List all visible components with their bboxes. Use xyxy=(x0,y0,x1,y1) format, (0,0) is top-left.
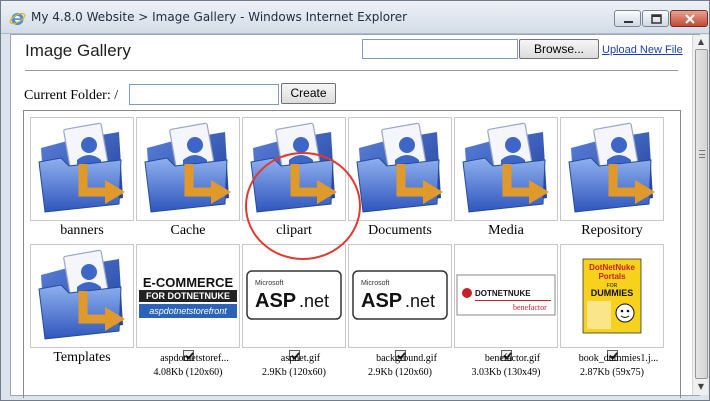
scrollbar-thumb[interactable] xyxy=(695,49,708,379)
gallery-grid: banners Cache clipart Documents Media Re… xyxy=(23,110,681,398)
file-meta: 2.9Kb (120x60) xyxy=(368,367,432,378)
folder-label[interactable]: Repository xyxy=(554,223,670,239)
create-folder-button[interactable]: Create xyxy=(281,83,336,104)
svg-text:Microsoft: Microsoft xyxy=(255,280,283,287)
folder-arrow-icon xyxy=(243,118,345,220)
browse-button[interactable]: Browse... xyxy=(519,39,599,59)
divider xyxy=(25,70,678,71)
folder-thumbnail[interactable] xyxy=(242,117,346,221)
svg-text:DotNetNuke: DotNetNuke xyxy=(589,263,635,272)
folder-thumbnail[interactable] xyxy=(30,244,134,348)
file-meta: 3.03Kb (130x49) xyxy=(471,367,541,378)
current-folder-label: Current Folder: / xyxy=(24,88,119,103)
folder-arrow-icon xyxy=(561,118,663,220)
folder-arrow-icon xyxy=(455,118,557,220)
maximize-button[interactable] xyxy=(642,10,669,27)
svg-text:DOTNETNUKE: DOTNETNUKE xyxy=(475,289,531,298)
file-name[interactable]: aspdotnetstoref... xyxy=(160,353,229,364)
page-content: Image Gallery Browse... Upload New File … xyxy=(10,34,708,398)
folder-label[interactable]: clipart xyxy=(236,223,352,239)
svg-text:ASP: ASP xyxy=(361,290,402,312)
file-name[interactable]: aspnet.gif xyxy=(281,353,320,364)
minimize-icon xyxy=(624,21,633,23)
folder-label[interactable]: banners xyxy=(24,223,140,239)
aspnet-logo-image: Microsoft ASP .net xyxy=(352,270,448,320)
folder-thumbnail[interactable] xyxy=(30,117,134,221)
folder-thumbnail[interactable] xyxy=(560,117,664,221)
svg-text:Microsoft: Microsoft xyxy=(361,280,389,287)
svg-text:FOR DOTNETNUKE: FOR DOTNETNUKE xyxy=(146,291,230,301)
file-thumbnail[interactable]: DOTNETNUKE benefactor xyxy=(454,244,558,348)
upload-new-file-link[interactable]: Upload New File xyxy=(602,44,683,56)
dotnetnuke-benefactor-image: DOTNETNUKE benefactor xyxy=(456,274,556,316)
close-button[interactable] xyxy=(670,10,708,27)
folder-label[interactable]: Media xyxy=(448,223,564,239)
file-thumbnail[interactable]: Microsoft ASP .net xyxy=(348,244,452,348)
svg-text:aspdotnetstorefront: aspdotnetstorefront xyxy=(149,306,227,316)
ecommerce-logo-image: E-COMMERCE FOR DOTNETNUKE aspdotnetstore… xyxy=(139,271,237,319)
title-bar: My 4.8.0 Website > Image Gallery - Windo… xyxy=(1,1,709,34)
scroll-up-icon[interactable]: ▲ xyxy=(695,36,707,48)
file-name[interactable]: book_dummies1.j... xyxy=(579,353,658,364)
file-name[interactable]: benefactor.gif xyxy=(485,353,540,364)
folder-thumbnail[interactable] xyxy=(454,117,558,221)
folder-label[interactable]: Templates xyxy=(24,350,140,366)
browser-window: My 4.8.0 Website > Image Gallery - Windo… xyxy=(0,0,710,401)
scroll-down-icon[interactable]: ▼ xyxy=(695,381,707,393)
upload-file-input[interactable] xyxy=(362,39,518,59)
folder-arrow-icon xyxy=(137,118,239,220)
svg-text:benefactor: benefactor xyxy=(513,303,547,312)
page-title: Image Gallery xyxy=(25,41,131,60)
svg-text:.net: .net xyxy=(405,291,435,311)
maximize-icon xyxy=(651,14,662,24)
folder-arrow-icon xyxy=(31,118,133,220)
folder-thumbnail[interactable] xyxy=(136,117,240,221)
window-title: My 4.8.0 Website > Image Gallery - Windo… xyxy=(31,10,408,24)
dummies-book-image: DotNetNuke Portals FOR DUMMIES xyxy=(582,258,642,334)
page-scrollbar[interactable]: ▲ ▼ xyxy=(692,35,708,395)
file-thumbnail[interactable]: E-COMMERCE FOR DOTNETNUKE aspdotnetstore… xyxy=(136,244,240,348)
svg-text:Portals: Portals xyxy=(598,272,626,281)
ie-logo-icon xyxy=(9,12,26,25)
file-meta: 2.9Kb (120x60) xyxy=(262,367,326,378)
file-meta: 4.08Kb (120x60) xyxy=(153,367,223,378)
svg-text:ASP: ASP xyxy=(255,290,296,312)
svg-text:E-COMMERCE: E-COMMERCE xyxy=(143,275,234,290)
close-icon xyxy=(685,14,695,24)
file-meta: 2.87Kb (59x75) xyxy=(580,367,644,378)
folder-thumbnail[interactable] xyxy=(348,117,452,221)
file-name[interactable]: background.gif xyxy=(376,353,437,364)
folder-label[interactable]: Documents xyxy=(342,223,458,239)
new-folder-input[interactable] xyxy=(129,84,279,105)
minimize-button[interactable] xyxy=(614,10,641,27)
svg-text:DUMMIES: DUMMIES xyxy=(591,288,634,298)
file-thumbnail[interactable]: DotNetNuke Portals FOR DUMMIES xyxy=(560,244,664,348)
svg-text:.net: .net xyxy=(299,291,329,311)
aspnet-logo-image: Microsoft ASP .net xyxy=(246,270,342,320)
grip-icon xyxy=(699,150,705,158)
file-thumbnail[interactable]: Microsoft ASP .net xyxy=(242,244,346,348)
folder-arrow-icon xyxy=(31,245,133,347)
folder-label[interactable]: Cache xyxy=(130,223,246,239)
folder-arrow-icon xyxy=(349,118,451,220)
